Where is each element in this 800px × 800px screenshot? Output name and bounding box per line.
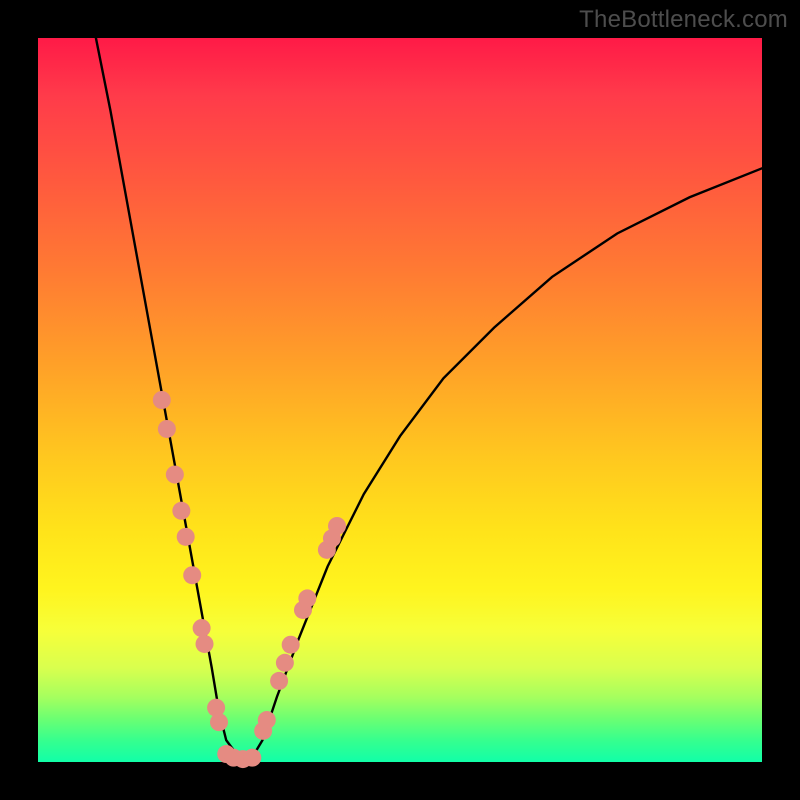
chart-frame: TheBottleneck.com	[0, 0, 800, 800]
plot-area	[38, 38, 762, 762]
data-point	[282, 636, 300, 654]
data-point	[193, 619, 211, 637]
curve-right	[252, 168, 762, 758]
data-point	[153, 391, 171, 409]
data-point	[196, 635, 214, 653]
data-point	[258, 711, 276, 729]
curve-layer	[38, 38, 762, 762]
data-point	[270, 672, 288, 690]
data-point	[172, 502, 190, 520]
data-point	[328, 517, 346, 535]
data-point	[177, 528, 195, 546]
data-point	[166, 466, 184, 484]
data-point	[243, 749, 261, 767]
data-point	[298, 589, 316, 607]
curve-left	[96, 38, 252, 758]
data-points	[153, 391, 346, 768]
data-point	[158, 420, 176, 438]
data-point	[276, 654, 294, 672]
data-point	[210, 713, 228, 731]
watermark-text: TheBottleneck.com	[579, 6, 788, 34]
data-point	[183, 566, 201, 584]
